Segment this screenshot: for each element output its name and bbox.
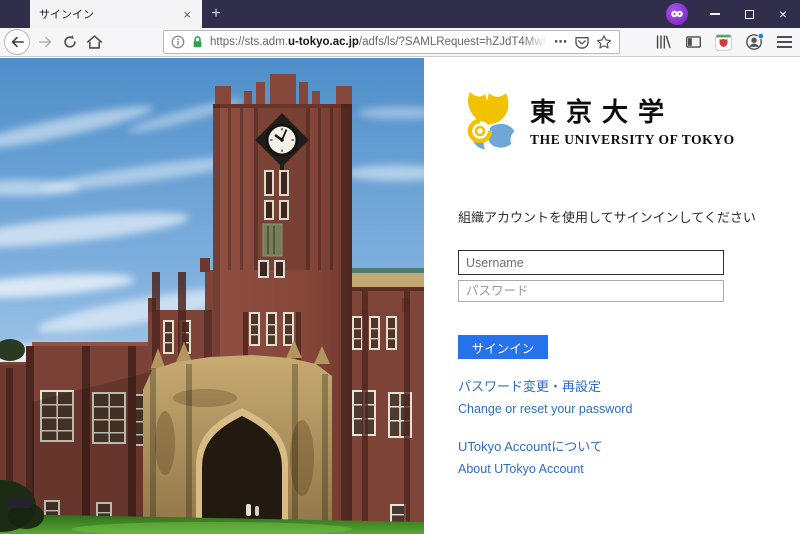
tab-close-icon[interactable]: ×: [181, 7, 193, 22]
menu-hamburger-icon[interactable]: [777, 36, 792, 47]
url-domain: u-tokyo.ac.jp: [288, 36, 359, 48]
forward-button[interactable]: [38, 34, 54, 50]
reload-button[interactable]: [62, 34, 78, 50]
url-bar[interactable]: https://sts.adm.u-tokyo.ac.jp/adfs/ls/?S…: [163, 30, 620, 54]
tab-title: サインイン: [39, 6, 181, 22]
login-panel: 東京大学 THE UNIVERSITY OF TOKYO 組織アカウントを使用し…: [424, 58, 800, 534]
link-password-change-en[interactable]: Change or reset your password: [458, 402, 800, 416]
mask-icon: [670, 8, 684, 20]
page-content: 東京大学 THE UNIVERSITY OF TOKYO 組織アカウントを使用し…: [0, 58, 800, 534]
stone-gate: [143, 340, 332, 534]
account-icon[interactable]: [745, 33, 764, 51]
campus-photo: [0, 58, 424, 534]
bookmark-star-icon[interactable]: [596, 34, 612, 50]
password-input[interactable]: [458, 280, 724, 302]
browser-window: サインイン × + ×: [0, 0, 800, 534]
new-tab-button[interactable]: +: [202, 0, 230, 28]
library-icon[interactable]: [655, 34, 672, 50]
site-info-icon[interactable]: [171, 35, 185, 49]
username-input[interactable]: [458, 250, 724, 275]
reload-icon: [62, 34, 78, 50]
home-icon: [86, 34, 103, 50]
url-fade: [522, 36, 548, 48]
logo-kanji: 東京大学: [530, 92, 735, 129]
signin-instruction: 組織アカウントを使用してサインインしてください: [458, 207, 800, 226]
private-browsing-mask-icon: [666, 3, 688, 25]
home-button[interactable]: [86, 34, 103, 50]
back-button[interactable]: [4, 29, 30, 55]
url-path: /adfs/ls/?SAMLRequest=hZJdT4MwFIb9: [359, 36, 548, 48]
ginkgo-logo-icon: [458, 88, 518, 152]
window-close-button[interactable]: ×: [766, 0, 800, 28]
back-icon: [9, 34, 25, 50]
logo-text: 東京大学 THE UNIVERSITY OF TOKYO: [530, 92, 735, 148]
link-about-account-jp[interactable]: UTokyo Accountについて: [458, 436, 800, 455]
secure-lock-icon[interactable]: [191, 35, 204, 49]
url-text: https://sts.adm.u-tokyo.ac.jp/adfs/ls/?S…: [210, 36, 548, 48]
logo-latin: THE UNIVERSITY OF TOKYO: [530, 132, 735, 148]
titlebar: サインイン × + ×: [0, 0, 800, 28]
maximize-button[interactable]: [732, 0, 766, 28]
url-scheme: https://sts.adm.: [210, 36, 288, 48]
tab-signin[interactable]: サインイン ×: [30, 0, 202, 28]
sidebar-icon[interactable]: [685, 34, 702, 50]
nav-toolbar: https://sts.adm.u-tokyo.ac.jp/adfs/ls/?S…: [0, 28, 800, 57]
minimize-button[interactable]: [698, 0, 732, 28]
pocket-icon[interactable]: [574, 35, 590, 50]
titlebar-drag-space: [230, 0, 666, 28]
link-password-change-jp[interactable]: パスワード変更・再設定: [458, 376, 800, 395]
signin-button[interactable]: サインイン: [458, 335, 548, 359]
adblock-extension-icon[interactable]: [715, 34, 732, 51]
link-about-account-en[interactable]: About UTokyo Account: [458, 462, 800, 476]
toolbar-right-icons: [655, 33, 792, 51]
page-actions-icon[interactable]: ⋯: [554, 34, 568, 50]
forward-icon: [38, 34, 54, 50]
utokyo-logo: 東京大学 THE UNIVERSITY OF TOKYO: [458, 88, 800, 152]
help-links: パスワード変更・再設定 Change or reset your passwor…: [458, 376, 800, 476]
